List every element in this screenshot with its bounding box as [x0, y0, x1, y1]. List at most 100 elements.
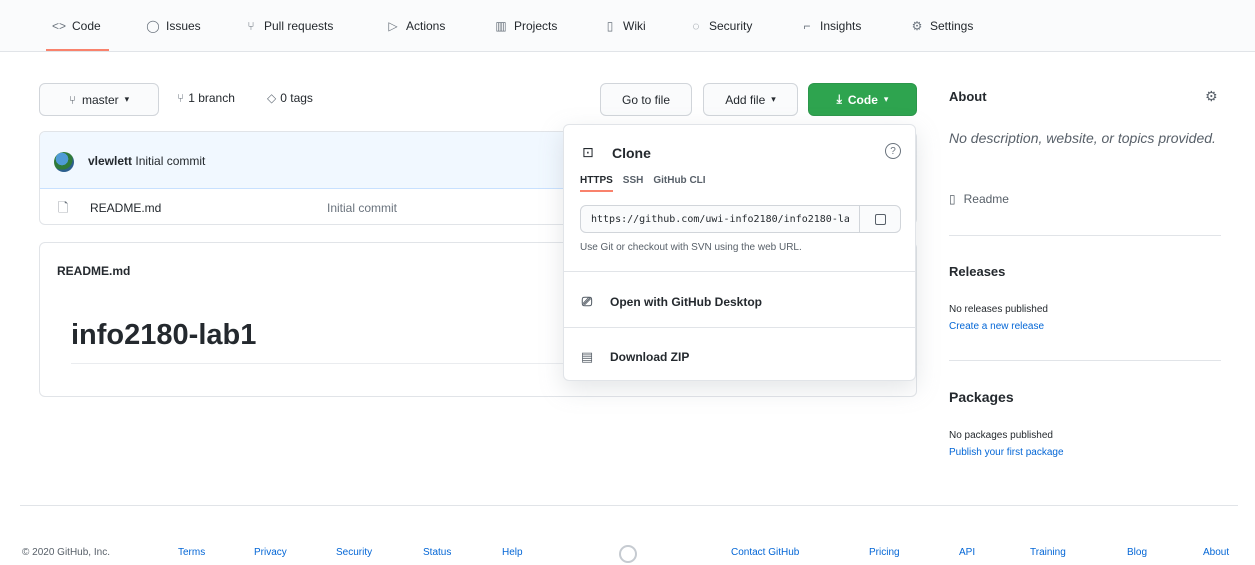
- tab-wiki[interactable]: ▯ Wiki: [603, 16, 646, 36]
- readme-link[interactable]: ▯ Readme: [949, 192, 1009, 206]
- tab-insights[interactable]: ⌐ Insights: [800, 16, 861, 36]
- divider: [564, 327, 915, 328]
- tab-actions[interactable]: ▷ Actions: [386, 16, 445, 36]
- tags-link[interactable]: ◇ 0 tags: [267, 91, 313, 105]
- terminal-icon: ⊡: [582, 144, 594, 160]
- caret-down-icon: ▾: [771, 94, 776, 104]
- tab-security[interactable]: ◌ Security: [689, 16, 752, 36]
- clone-tabs: HTTPS SSH GitHub CLI: [580, 175, 706, 192]
- footer-copyright: © 2020 GitHub, Inc.: [22, 547, 110, 558]
- publish-package-link[interactable]: Publish your first package: [949, 447, 1064, 458]
- file-name[interactable]: README.md: [90, 201, 161, 215]
- tab-ssh[interactable]: SSH: [623, 175, 644, 192]
- tab-pull-requests-label: Pull requests: [264, 19, 334, 33]
- help-glyph: ?: [890, 145, 896, 157]
- commit-message[interactable]: Initial commit: [135, 154, 205, 168]
- file-zip-icon: ▤: [580, 349, 594, 364]
- project-icon: ▥: [495, 19, 507, 33]
- footer-blog-link[interactable]: Blog: [1127, 547, 1147, 558]
- footer-api-link[interactable]: API: [959, 547, 975, 558]
- packages-heading[interactable]: Packages: [949, 389, 1014, 405]
- divider: [564, 271, 915, 272]
- github-logo-icon[interactable]: [619, 545, 637, 563]
- download-zip-button[interactable]: ▤ Download ZIP: [580, 349, 690, 365]
- divider: [949, 360, 1221, 361]
- open-desktop-label: Open with GitHub Desktop: [610, 295, 762, 309]
- footer-training-link[interactable]: Training: [1030, 547, 1066, 558]
- branches-count: 1 branch: [188, 91, 235, 105]
- code-icon: <>: [52, 19, 67, 33]
- caret-down-icon: ▾: [124, 94, 130, 104]
- go-to-file-button[interactable]: Go to file: [600, 83, 692, 116]
- footer-security-link[interactable]: Security: [336, 547, 372, 558]
- tags-count: 0 tags: [280, 91, 313, 105]
- tab-settings-label: Settings: [930, 19, 974, 33]
- issue-opened-icon: ◯: [146, 19, 160, 33]
- readme-header[interactable]: README.md: [57, 264, 130, 278]
- create-release-link[interactable]: Create a new release: [949, 321, 1044, 332]
- file-commit-message[interactable]: Initial commit: [327, 201, 397, 215]
- branch-name: master: [81, 92, 119, 107]
- gear-icon: ⚙: [911, 19, 923, 33]
- tab-code[interactable]: <> Code: [46, 16, 109, 51]
- question-icon[interactable]: ?: [885, 143, 901, 159]
- branch-select-button[interactable]: ⑂ master ▾: [39, 83, 159, 116]
- tab-code-label: Code: [72, 19, 101, 33]
- git-branch-icon: ⑂: [68, 92, 76, 107]
- book-icon: ▯: [949, 192, 956, 206]
- tag-icon: ◇: [267, 91, 277, 105]
- readme-link-label: Readme: [963, 192, 1009, 206]
- go-to-file-label: Go to file: [621, 92, 671, 107]
- divider: [949, 235, 1221, 236]
- add-file-button[interactable]: Add file ▾: [703, 83, 798, 116]
- tab-projects-label: Projects: [514, 19, 558, 33]
- tab-settings[interactable]: ⚙ Settings: [910, 16, 974, 36]
- readme-heading: info2180-lab1: [71, 319, 257, 351]
- footer-status-link[interactable]: Status: [423, 547, 451, 558]
- shield-icon: ◌: [692, 19, 700, 33]
- git-pull-request-icon: ⑂: [247, 19, 255, 33]
- commit-summary: vlewlett Initial commit: [88, 154, 205, 168]
- commit-author[interactable]: vlewlett: [88, 154, 132, 168]
- code-button[interactable]: ⤓ Code ▾: [808, 83, 917, 116]
- footer-privacy-link[interactable]: Privacy: [254, 547, 287, 558]
- play-icon: ▷: [388, 19, 398, 33]
- tab-issues-label: Issues: [166, 19, 201, 33]
- tab-https[interactable]: HTTPS: [580, 175, 613, 192]
- footer-help-link[interactable]: Help: [502, 547, 523, 558]
- footer-pricing-link[interactable]: Pricing: [869, 547, 900, 558]
- clone-url-input[interactable]: [580, 205, 860, 233]
- releases-heading[interactable]: Releases: [949, 264, 1005, 279]
- download-icon: ⤓: [836, 92, 842, 106]
- desktop-download-icon: ⎚: [581, 294, 593, 309]
- footer-about-link[interactable]: About: [1203, 547, 1229, 558]
- no-packages-text: No packages published: [949, 430, 1053, 441]
- branches-link[interactable]: ⑂ 1 branch: [177, 91, 235, 105]
- git-branch-icon: ⑂: [177, 91, 185, 105]
- book-icon: ▯: [606, 19, 614, 33]
- tab-insights-label: Insights: [820, 19, 862, 33]
- footer-terms-link[interactable]: Terms: [178, 547, 205, 558]
- copy-url-button[interactable]: [859, 205, 901, 233]
- open-desktop-button[interactable]: ⎚ Open with GitHub Desktop: [580, 294, 762, 310]
- add-file-label: Add file: [725, 92, 766, 107]
- tab-pull-requests[interactable]: ⑂ Pull requests: [244, 16, 333, 36]
- footer-contact-link[interactable]: Contact GitHub: [731, 547, 799, 558]
- tab-actions-label: Actions: [406, 19, 446, 33]
- about-description: No description, website, or topics provi…: [949, 130, 1216, 146]
- tab-issues[interactable]: ◯ Issues: [146, 16, 201, 36]
- repo-nav: <> Code ◯ Issues ⑂ Pull requests ▷ Actio…: [0, 0, 1255, 52]
- tab-projects[interactable]: ▥ Projects: [494, 16, 557, 36]
- download-zip-label: Download ZIP: [610, 350, 690, 364]
- code-button-label: Code: [847, 92, 878, 107]
- about-heading: About: [949, 89, 987, 104]
- avatar[interactable]: [54, 152, 74, 172]
- gear-icon[interactable]: ⚙: [1205, 88, 1218, 105]
- tab-github-cli[interactable]: GitHub CLI: [653, 175, 705, 192]
- clone-title: Clone: [612, 145, 651, 161]
- clone-dropdown: ⊡ Clone ? HTTPS SSH GitHub CLI Use Git o…: [563, 124, 916, 381]
- tab-wiki-label: Wiki: [623, 19, 646, 33]
- footer-divider: [20, 505, 1238, 506]
- graph-icon: ⌐: [803, 19, 811, 33]
- file-icon: 🗋: [58, 200, 69, 215]
